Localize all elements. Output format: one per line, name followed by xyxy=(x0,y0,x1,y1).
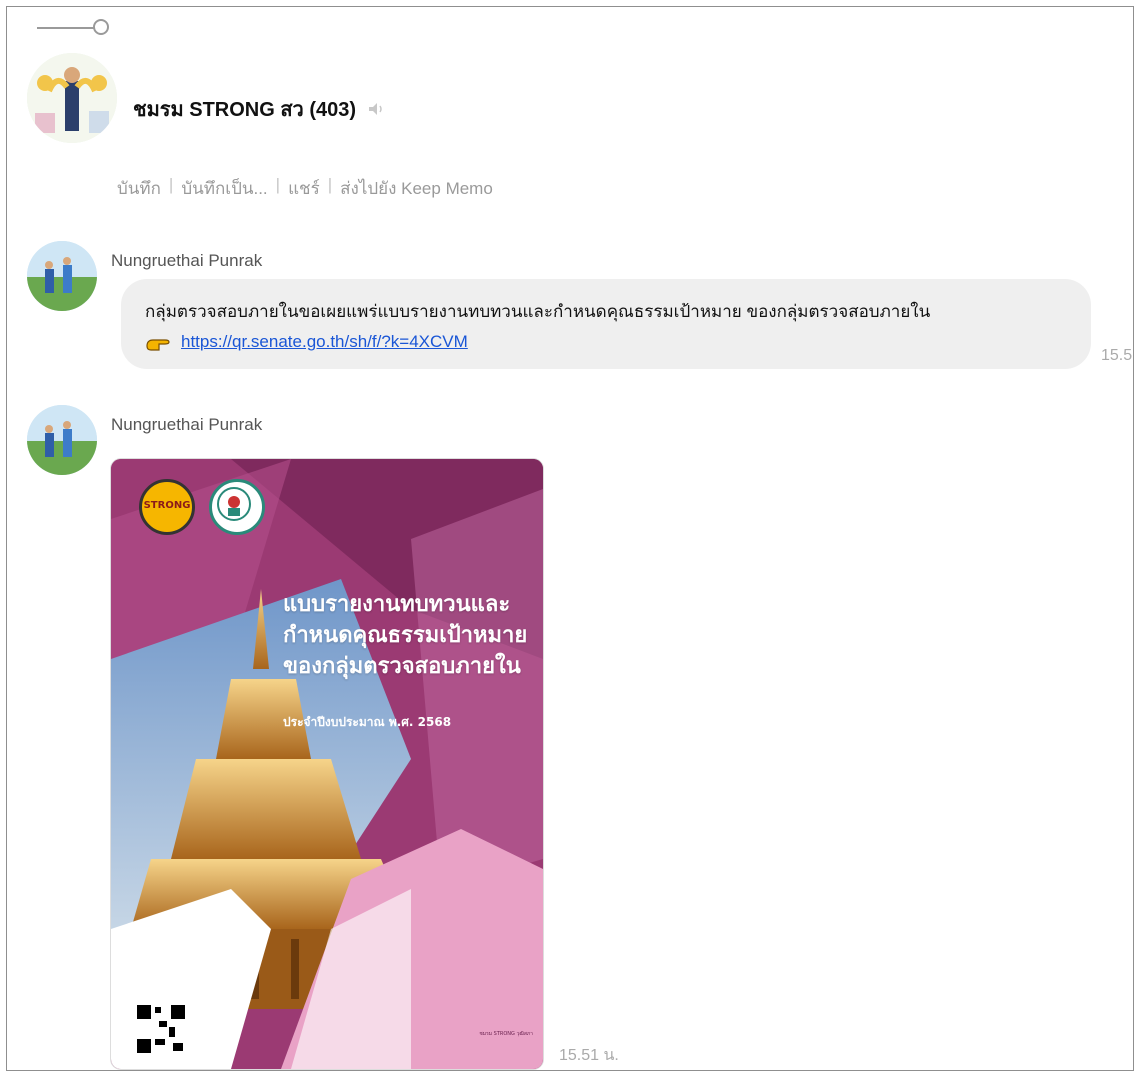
audit-group-badge-graphic xyxy=(217,487,251,521)
message-text: กลุ่มตรวจสอบภายในขอเผยแพร่แบบรายงานทบทวน… xyxy=(145,302,931,321)
slider-knob[interactable] xyxy=(93,19,109,35)
action-keep-memo[interactable]: ส่งไปยัง Keep Memo xyxy=(340,175,493,202)
sender-avatar-image xyxy=(27,241,97,311)
zoom-slider[interactable] xyxy=(37,17,121,39)
action-share[interactable]: แชร์ xyxy=(288,175,320,202)
chat-window: ชมรม STRONG สว (403) บันทึก | บันทึกเป็น… xyxy=(6,6,1134,1071)
action-separator: | xyxy=(327,175,333,194)
message-link-row: https://qr.senate.go.th/sh/f/?k=4XCVM xyxy=(145,327,1067,357)
group-title-row: ชมรม STRONG สว (403) xyxy=(133,93,386,125)
message-bubble[interactable]: กลุ่มตรวจสอบภายในขอเผยแพร่แบบรายงานทบทวน… xyxy=(121,279,1091,369)
pointing-hand-icon xyxy=(145,332,173,352)
poster-footnote: ชมรม STRONG วุฒิสภา xyxy=(479,1031,533,1037)
message-time: 15.51 xyxy=(1101,347,1133,364)
message-link[interactable]: https://qr.senate.go.th/sh/f/?k=4XCVM xyxy=(181,327,468,357)
poster-subtitle: ประจำปีงบประมาณ พ.ศ. 2568 xyxy=(283,715,452,729)
poster-title: แบบรายงานทบทวนและ กำหนดคุณธรรมเป้าหมาย ข… xyxy=(283,592,528,679)
sender-avatar[interactable] xyxy=(27,405,97,475)
poster-graphic xyxy=(111,459,543,1069)
sender-avatar-image xyxy=(27,405,97,475)
qr-code xyxy=(133,1001,189,1057)
group-avatar[interactable] xyxy=(27,53,117,143)
action-save[interactable]: บันทึก xyxy=(117,175,161,202)
senate-strong-badge: STRONG xyxy=(139,479,195,535)
image-message[interactable]: STRONG แบบรายงานทบทวนและ กำหนดคุณธรรมเป้… xyxy=(111,459,543,1069)
speaker-icon[interactable] xyxy=(366,99,386,119)
message-time: 15.51 น. xyxy=(559,1047,619,1064)
action-separator: | xyxy=(168,175,174,194)
sender-name: Nungruethai Punrak xyxy=(111,251,263,270)
audit-group-badge xyxy=(209,479,265,535)
sender-name: Nungruethai Punrak xyxy=(111,415,263,434)
group-title: ชมรม STRONG สว (403) xyxy=(133,99,357,121)
sender-avatar[interactable] xyxy=(27,241,97,311)
group-avatar-image xyxy=(27,53,117,143)
action-separator: | xyxy=(275,175,281,194)
message-actions: บันทึก | บันทึกเป็น... | แชร์ | ส่งไปยัง… xyxy=(117,175,493,202)
action-save-as[interactable]: บันทึกเป็น... xyxy=(181,175,267,202)
